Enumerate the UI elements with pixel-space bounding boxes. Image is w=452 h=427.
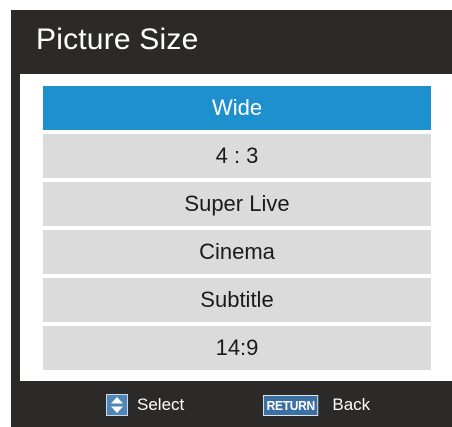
dialog-title: Picture Size: [36, 23, 199, 56]
select-label: Select: [137, 395, 185, 414]
footer-hints: Select RETURN Back: [11, 382, 452, 427]
picture-size-options-list: Wide 4 : 3 Super Live Cinema Subtitle 14…: [43, 86, 431, 374]
title-bar: Picture Size: [11, 10, 452, 73]
return-key-icon: RETURN: [263, 394, 319, 416]
option-4-3[interactable]: 4 : 3: [43, 134, 431, 178]
options-panel: Wide 4 : 3 Super Live Cinema Subtitle 14…: [20, 74, 452, 381]
up-down-arrows-icon: [106, 394, 128, 416]
option-cinema[interactable]: Cinema: [43, 230, 431, 274]
option-14-9[interactable]: 14:9: [43, 326, 431, 370]
picture-size-dialog: Picture Size Wide 4 : 3 Super Live Cinem…: [11, 10, 452, 427]
select-hint: Select: [106, 394, 184, 416]
back-hint: RETURN Back: [263, 394, 370, 416]
option-super-live[interactable]: Super Live: [43, 182, 431, 226]
back-label: Back: [332, 395, 371, 414]
option-wide[interactable]: Wide: [43, 86, 431, 130]
option-subtitle[interactable]: Subtitle: [43, 278, 431, 322]
